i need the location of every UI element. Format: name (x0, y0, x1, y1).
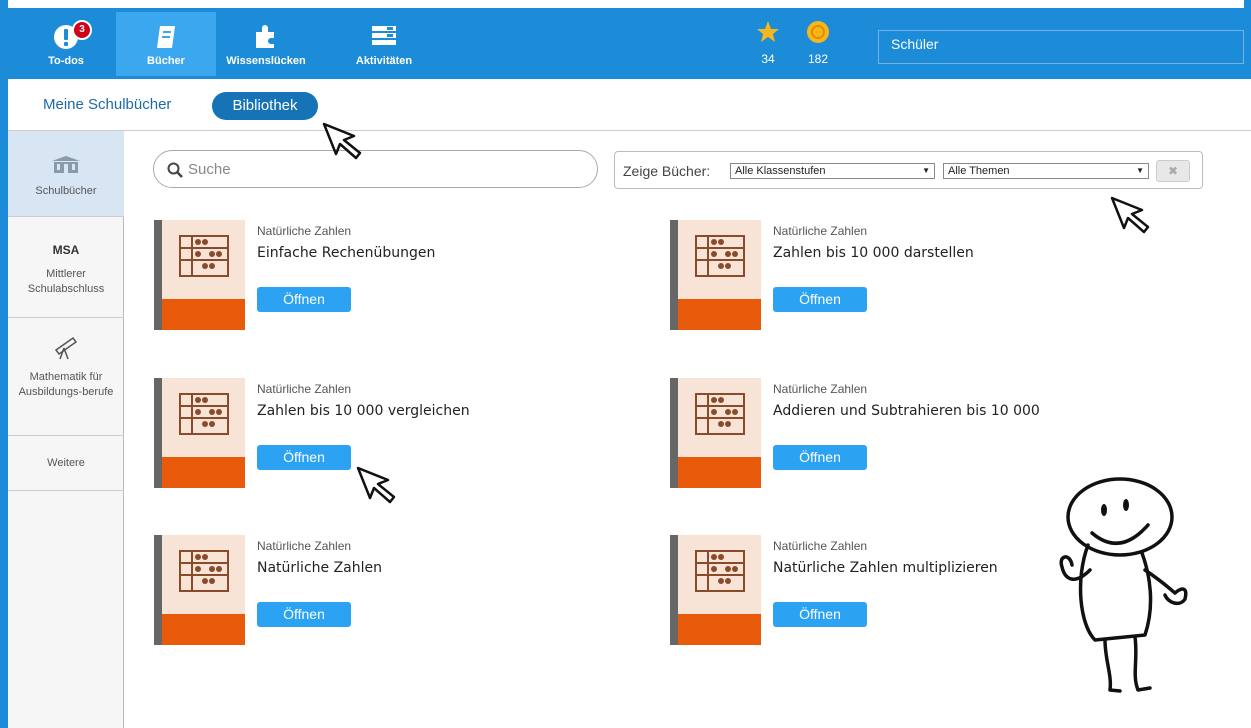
search-icon (167, 162, 183, 178)
app-frame: 3 To-dos Bücher Wissenslücken Aktivitäte… (0, 0, 1251, 728)
user-menu[interactable]: Schüler (878, 30, 1244, 64)
book-title: Zahlen bis 10 000 vergleichen (257, 403, 470, 419)
stick-figure-mascot (1059, 477, 1188, 693)
abacus-icon (179, 550, 229, 592)
book-card: Natürliche Zahlen Natürliche Zahlen Öffn… (154, 535, 634, 645)
book-cover-band (678, 299, 761, 330)
book-spine (670, 535, 678, 645)
nav-todos-label: To-dos (48, 55, 84, 67)
list-icon (372, 26, 396, 45)
abacus-icon (179, 235, 229, 277)
sidebar-item-more[interactable]: Weitere (8, 436, 124, 491)
open-book-button[interactable]: Öffnen (257, 445, 351, 470)
book-cover-band (162, 299, 245, 330)
grade-select[interactable]: Alle Klassenstufen ▼ (730, 163, 935, 179)
sidebar-item-msa[interactable]: MSA Mittlerer Schulabschluss (8, 217, 124, 318)
book-cover-band (162, 457, 245, 488)
book-title: Natürliche Zahlen multiplizieren (773, 560, 998, 576)
nav-activities[interactable]: Aktivitäten (334, 12, 434, 76)
book-category: Natürliche Zahlen (257, 382, 352, 396)
book-card: Natürliche Zahlen Zahlen bis 10 000 dars… (670, 220, 1150, 330)
nav-books[interactable]: Bücher (116, 12, 216, 76)
sidebar-item-label: Mittlerer Schulabschluss (27, 268, 105, 295)
cursor-arrow-icon (322, 122, 362, 160)
abacus-icon (695, 393, 745, 435)
book-spine (670, 378, 678, 488)
book-category: Natürliche Zahlen (773, 539, 868, 553)
book-card: Natürliche Zahlen Addieren und Subtrahie… (670, 378, 1150, 488)
search-input[interactable]: Suche (153, 150, 598, 188)
book-spine (670, 220, 678, 330)
book-cover[interactable] (670, 378, 761, 488)
telescope-icon (54, 336, 78, 360)
topic-select-value: Alle Themen (948, 165, 1010, 177)
book-cover-band (678, 614, 761, 645)
book-cover[interactable] (154, 378, 245, 488)
book-title: Zahlen bis 10 000 darstellen (773, 245, 974, 261)
sidebar-item-label: Schulbücher (35, 185, 97, 197)
book-title: Einfache Rechenübungen (257, 245, 436, 261)
book-category: Natürliche Zahlen (773, 224, 868, 238)
book-category: Natürliche Zahlen (257, 224, 352, 238)
topic-select[interactable]: Alle Themen ▼ (943, 163, 1149, 179)
library-tab[interactable]: Bibliothek (212, 92, 318, 120)
book-icon (157, 26, 175, 48)
sub-nav: Meine Schulbücher Bibliothek (8, 79, 1251, 131)
book-title: Addieren und Subtrahieren bis 10 000 (773, 403, 1040, 419)
cursor-arrow-icon (1110, 196, 1150, 234)
coin-icon (807, 21, 829, 43)
sidebar-item-vocational-math[interactable]: Mathematik für Ausbildungs-berufe (8, 318, 124, 436)
open-book-button[interactable]: Öffnen (257, 287, 351, 312)
nav-todos[interactable]: 3 To-dos (16, 12, 116, 76)
sidebar-item-label: Mathematik für Ausbildungs-berufe (18, 371, 114, 398)
grade-select-value: Alle Klassenstufen (735, 165, 826, 177)
open-book-button[interactable]: Öffnen (773, 287, 867, 312)
book-spine (154, 535, 162, 645)
open-book-button[interactable]: Öffnen (257, 602, 351, 627)
book-cover[interactable] (670, 220, 761, 330)
book-cover[interactable] (670, 535, 761, 645)
abacus-icon (179, 393, 229, 435)
right-frame-border (1244, 0, 1251, 79)
book-filter: Zeige Bücher: Alle Klassenstufen ▼ Alle … (614, 151, 1203, 189)
nav-gaps-label: Wissenslücken (226, 55, 306, 67)
book-cover-band (162, 614, 245, 645)
top-border (0, 0, 1251, 8)
search-placeholder: Suche (188, 161, 231, 178)
sidebar-item-title: MSA (52, 243, 80, 257)
abacus-icon (695, 550, 745, 592)
dropdown-arrow-icon: ▼ (922, 166, 930, 175)
my-schoolbooks-link[interactable]: Meine Schulbücher (43, 96, 171, 113)
book-spine (154, 378, 162, 488)
book-card: Natürliche Zahlen Einfache Rechenübungen… (154, 220, 634, 330)
open-book-button[interactable]: Öffnen (773, 602, 867, 627)
nav-activities-label: Aktivitäten (355, 55, 413, 67)
filter-label: Zeige Bücher: (623, 163, 711, 179)
cursor-arrow-icon (356, 466, 396, 504)
nav-books-label: Bücher (147, 55, 185, 67)
book-category: Natürliche Zahlen (773, 382, 868, 396)
coins-value: 182 (807, 52, 829, 66)
clear-filter-button[interactable]: ✖ (1156, 160, 1190, 182)
book-cover[interactable] (154, 220, 245, 330)
todo-badge: 3 (72, 20, 92, 40)
book-title: Natürliche Zahlen (257, 560, 383, 576)
sidebar-item-label: Weitere (47, 457, 85, 469)
book-cover-band (678, 457, 761, 488)
sidebar: Schulbücher MSA Mittlerer Schulabschluss… (8, 131, 124, 728)
dropdown-arrow-icon: ▼ (1136, 166, 1144, 175)
book-category: Natürliche Zahlen (257, 539, 352, 553)
book-cover[interactable] (154, 535, 245, 645)
puzzle-icon (256, 25, 274, 48)
book-spine (154, 220, 162, 330)
sidebar-item-schoolbooks[interactable]: Schulbücher (8, 131, 124, 217)
stars-value: 34 (761, 52, 775, 66)
open-book-button[interactable]: Öffnen (773, 445, 867, 470)
nav-gaps[interactable]: Wissenslücken (216, 12, 316, 76)
left-frame-border (0, 0, 8, 728)
abacus-icon (695, 235, 745, 277)
star-icon (757, 21, 779, 42)
school-building-icon (52, 156, 80, 173)
